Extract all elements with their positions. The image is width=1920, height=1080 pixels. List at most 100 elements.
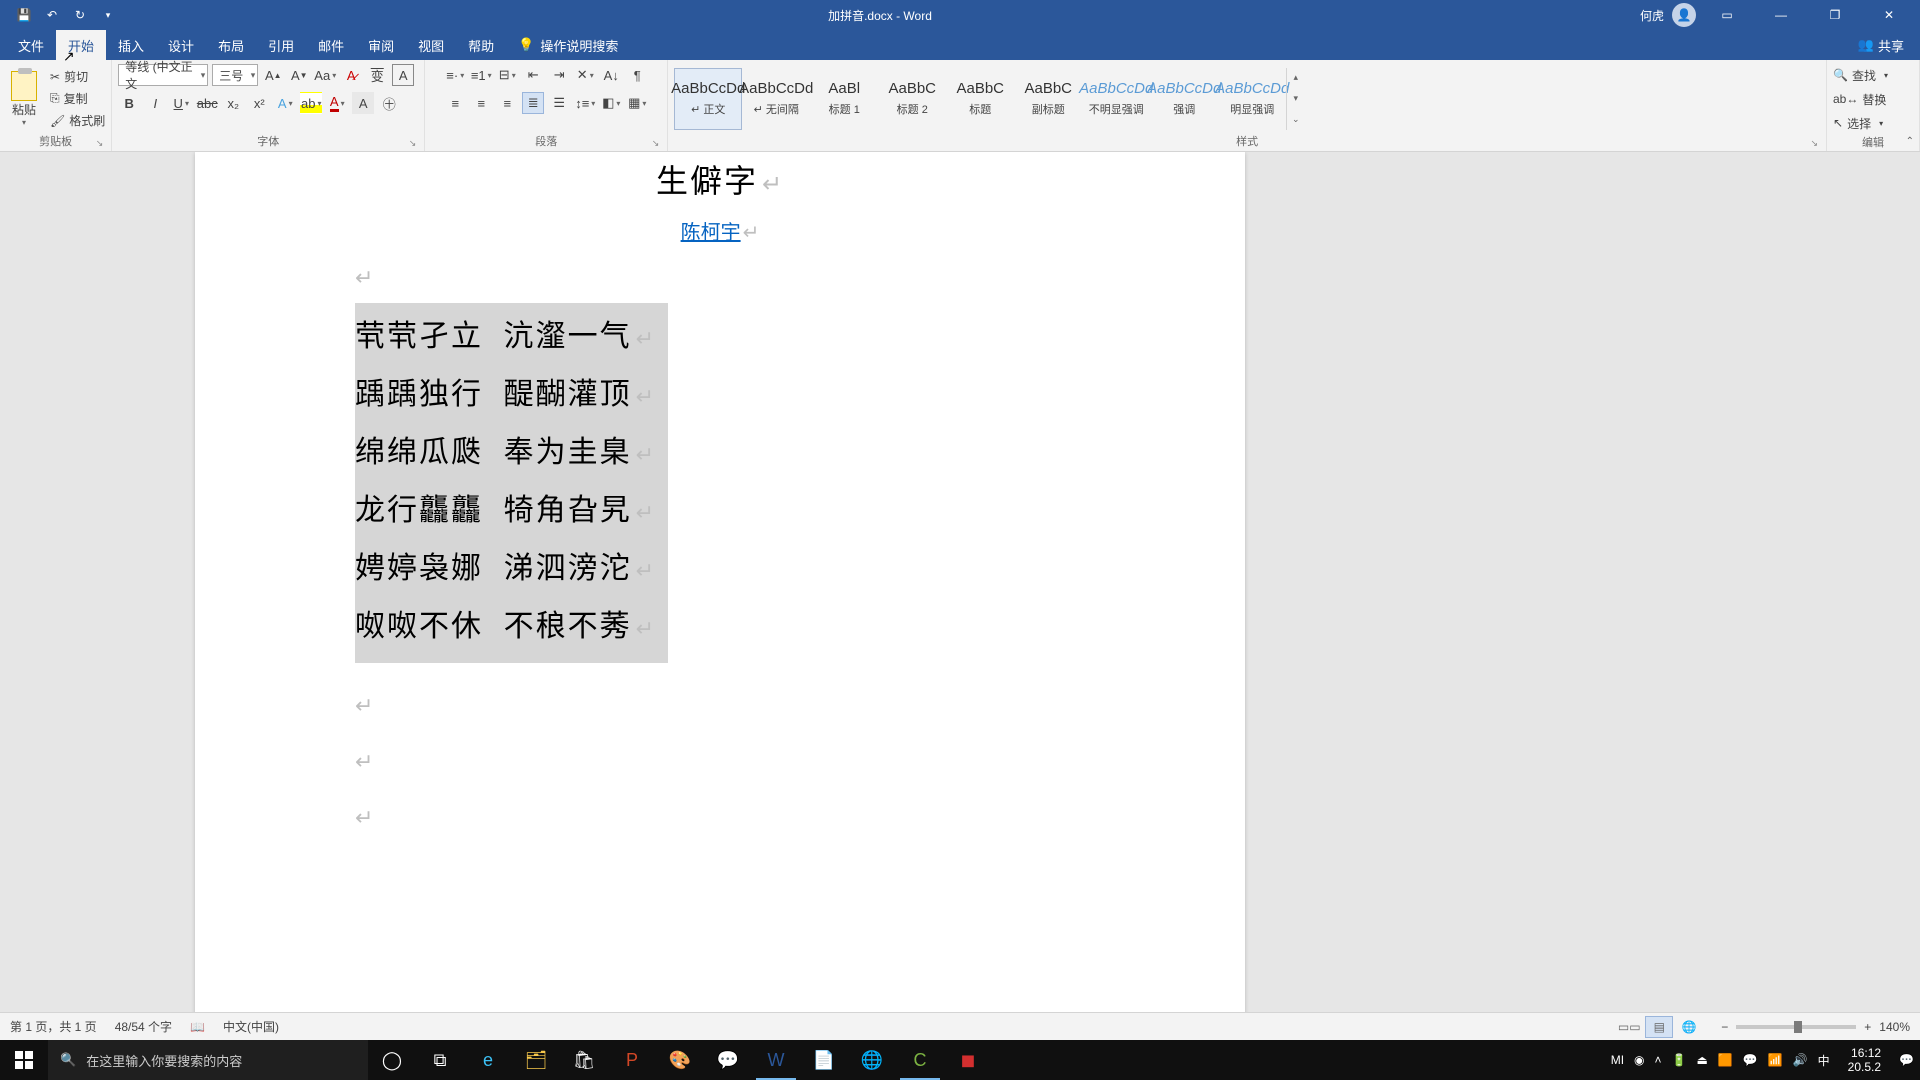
superscript-button[interactable]: x² <box>248 92 270 114</box>
sort-button[interactable]: A↓ <box>600 64 622 86</box>
file-explorer-icon[interactable]: 🗂 <box>512 1040 560 1080</box>
cut-button[interactable]: ✂剪切 <box>50 67 105 87</box>
tray-chevron-up-icon[interactable]: ˄ <box>1655 1053 1662 1067</box>
tray-ime[interactable]: 中 <box>1818 1052 1830 1069</box>
subscript-button[interactable]: x₂ <box>222 92 244 114</box>
highlight-button[interactable]: ab <box>300 92 322 114</box>
undo-icon[interactable]: ↶ <box>40 3 64 27</box>
tab-help[interactable]: 帮助 <box>456 30 506 60</box>
bold-button[interactable]: B <box>118 92 140 114</box>
tray-app-icon[interactable]: ◉ <box>1634 1053 1644 1067</box>
underline-button[interactable]: U <box>170 92 192 114</box>
tray-battery-icon[interactable]: 🔋 <box>1672 1053 1687 1067</box>
ribbon-display-icon[interactable]: ▭ <box>1704 0 1750 30</box>
camtasia-icon[interactable]: C <box>896 1040 944 1080</box>
zoom-slider[interactable] <box>1736 1025 1856 1029</box>
qat-menu-icon[interactable]: ▾ <box>96 3 120 27</box>
align-right-button[interactable]: ≡ <box>496 92 518 114</box>
task-view-icon[interactable]: ⧉ <box>416 1040 464 1080</box>
user-avatar-icon[interactable]: 👤 <box>1672 3 1696 27</box>
close-button[interactable]: ✕ <box>1866 0 1912 30</box>
show-marks-button[interactable]: ¶ <box>626 64 648 86</box>
find-button[interactable]: 🔍查找▾ <box>1833 64 1888 86</box>
zoom-out-button[interactable]: − <box>1721 1020 1728 1034</box>
styles-launcher-icon[interactable]: ↘ <box>1810 138 1818 149</box>
zoom-in-button[interactable]: + <box>1864 1020 1871 1034</box>
borders-button[interactable]: ▦ <box>626 92 648 114</box>
line-spacing-button[interactable]: ↕≡ <box>574 92 596 114</box>
font-size-combo[interactable]: 三号▾ <box>212 64 258 86</box>
style-item[interactable]: AaBbCcDd↵ 无间隔 <box>742 68 810 130</box>
tray-usb-icon[interactable]: ⏏ <box>1697 1053 1708 1067</box>
author-link[interactable]: 陈柯宇 <box>681 222 741 244</box>
wechat-icon[interactable]: 💬 <box>704 1040 752 1080</box>
shading-button[interactable]: ◧ <box>600 92 622 114</box>
tab-layout[interactable]: 布局 <box>206 30 256 60</box>
language-status[interactable]: 中文(中国) <box>223 1018 279 1035</box>
style-item[interactable]: AaBbCcDd↵ 正文 <box>674 68 742 130</box>
styles-scroll-arrow-icon[interactable]: ▾ <box>1287 88 1304 109</box>
zoom-level[interactable]: 140% <box>1879 1020 1910 1034</box>
share-button[interactable]: 👥 共享 <box>1842 30 1920 60</box>
clipboard-launcher-icon[interactable]: ↘ <box>96 138 104 149</box>
strikethrough-button[interactable]: abc <box>196 92 218 114</box>
zoom-thumb[interactable] <box>1794 1021 1802 1033</box>
tab-home[interactable]: 开始 <box>56 30 106 60</box>
align-left-button[interactable]: ≡ <box>444 92 466 114</box>
text-effects-button[interactable]: A <box>274 92 296 114</box>
format-painter-button[interactable]: 🖌格式刷 <box>50 111 105 131</box>
character-border-button[interactable]: A <box>392 64 414 86</box>
style-item[interactable]: AaBbCcDd强调 <box>1150 68 1218 130</box>
distributed-button[interactable]: ☰ <box>548 92 570 114</box>
word-icon[interactable]: W <box>752 1040 800 1080</box>
taskbar-search[interactable]: 🔍 在这里输入你要搜索的内容 <box>48 1040 368 1080</box>
change-case-button[interactable]: Aa <box>314 64 336 86</box>
paste-button[interactable]: 粘贴 ▾ <box>6 71 42 127</box>
store-icon[interactable]: 🛍 <box>560 1040 608 1080</box>
action-center-icon[interactable]: 💬 <box>1899 1053 1914 1067</box>
read-mode-button[interactable]: ▭▭ <box>1615 1016 1643 1038</box>
web-layout-button[interactable]: 🌐 <box>1675 1016 1703 1038</box>
asian-layout-button[interactable]: ✕ <box>574 64 596 86</box>
tab-file[interactable]: 文件 <box>6 30 56 60</box>
align-center-button[interactable]: ≡ <box>470 92 492 114</box>
replace-button[interactable]: ab↔替换 <box>1833 88 1886 110</box>
spellcheck-icon[interactable]: 📖 <box>190 1020 205 1034</box>
edge-icon[interactable]: e <box>464 1040 512 1080</box>
tray-volume-icon[interactable]: 🔊 <box>1793 1053 1808 1067</box>
tab-references[interactable]: 引用 <box>256 30 306 60</box>
multilevel-list-button[interactable]: ⊟ <box>496 64 518 86</box>
justify-button[interactable]: ≣ <box>522 92 544 114</box>
numbering-button[interactable]: ≡1 <box>470 64 492 86</box>
bullets-button[interactable]: ≡· <box>444 64 466 86</box>
font-name-combo[interactable]: 等线 (中文正文▾ <box>118 64 208 86</box>
redo-icon[interactable]: ↻ <box>68 3 92 27</box>
style-item[interactable]: AaBbC标题 2 <box>878 68 946 130</box>
notepad-icon[interactable]: 📄 <box>800 1040 848 1080</box>
paint-icon[interactable]: 🎨 <box>656 1040 704 1080</box>
style-item[interactable]: AaBbC副标题 <box>1014 68 1082 130</box>
selected-text-block[interactable]: 茕茕孑立 沆瀣一气↵踽踽独行 醍醐灌顶↵绵绵瓜瓞 奉为圭臬↵龙行龘龘 犄角旮旯↵… <box>355 303 668 663</box>
document-area[interactable]: 生僻字↵ 陈柯宇↵ ↵ 茕茕孑立 沆瀣一气↵踽踽独行 醍醐灌顶↵绵绵瓜瓞 奉为圭… <box>0 152 1920 1012</box>
powerpoint-icon[interactable]: P <box>608 1040 656 1080</box>
style-item[interactable]: AaBbC标题 <box>946 68 1014 130</box>
tab-view[interactable]: 视图 <box>406 30 456 60</box>
minimize-button[interactable]: — <box>1758 0 1804 30</box>
tray-wifi-icon[interactable]: 📶 <box>1768 1053 1783 1067</box>
start-button[interactable] <box>0 1040 48 1080</box>
font-launcher-icon[interactable]: ↘ <box>409 138 417 149</box>
tab-review[interactable]: 审阅 <box>356 30 406 60</box>
tray-wechat-icon[interactable]: 💬 <box>1743 1053 1758 1067</box>
document-page[interactable]: 生僻字↵ 陈柯宇↵ ↵ 茕茕孑立 沆瀣一气↵踽踽独行 醍醐灌顶↵绵绵瓜瓞 奉为圭… <box>195 152 1245 1012</box>
paragraph-launcher-icon[interactable]: ↘ <box>652 138 660 149</box>
copy-button[interactable]: ⎘复制 <box>50 89 105 109</box>
increase-indent-button[interactable]: ⇥ <box>548 64 570 86</box>
styles-more-icon[interactable]: ⌄ <box>1287 109 1304 130</box>
word-count[interactable]: 48/54 个字 <box>115 1018 172 1035</box>
tab-design[interactable]: 设计 <box>156 30 206 60</box>
tray-mi-icon[interactable]: MI <box>1611 1053 1624 1067</box>
tell-me-search[interactable]: 💡 操作说明搜索 <box>506 30 618 60</box>
chrome-icon[interactable]: 🌐 <box>848 1040 896 1080</box>
print-layout-button[interactable]: ▤ <box>1645 1016 1673 1038</box>
style-item[interactable]: AaBbCcDd不明显强调 <box>1082 68 1150 130</box>
